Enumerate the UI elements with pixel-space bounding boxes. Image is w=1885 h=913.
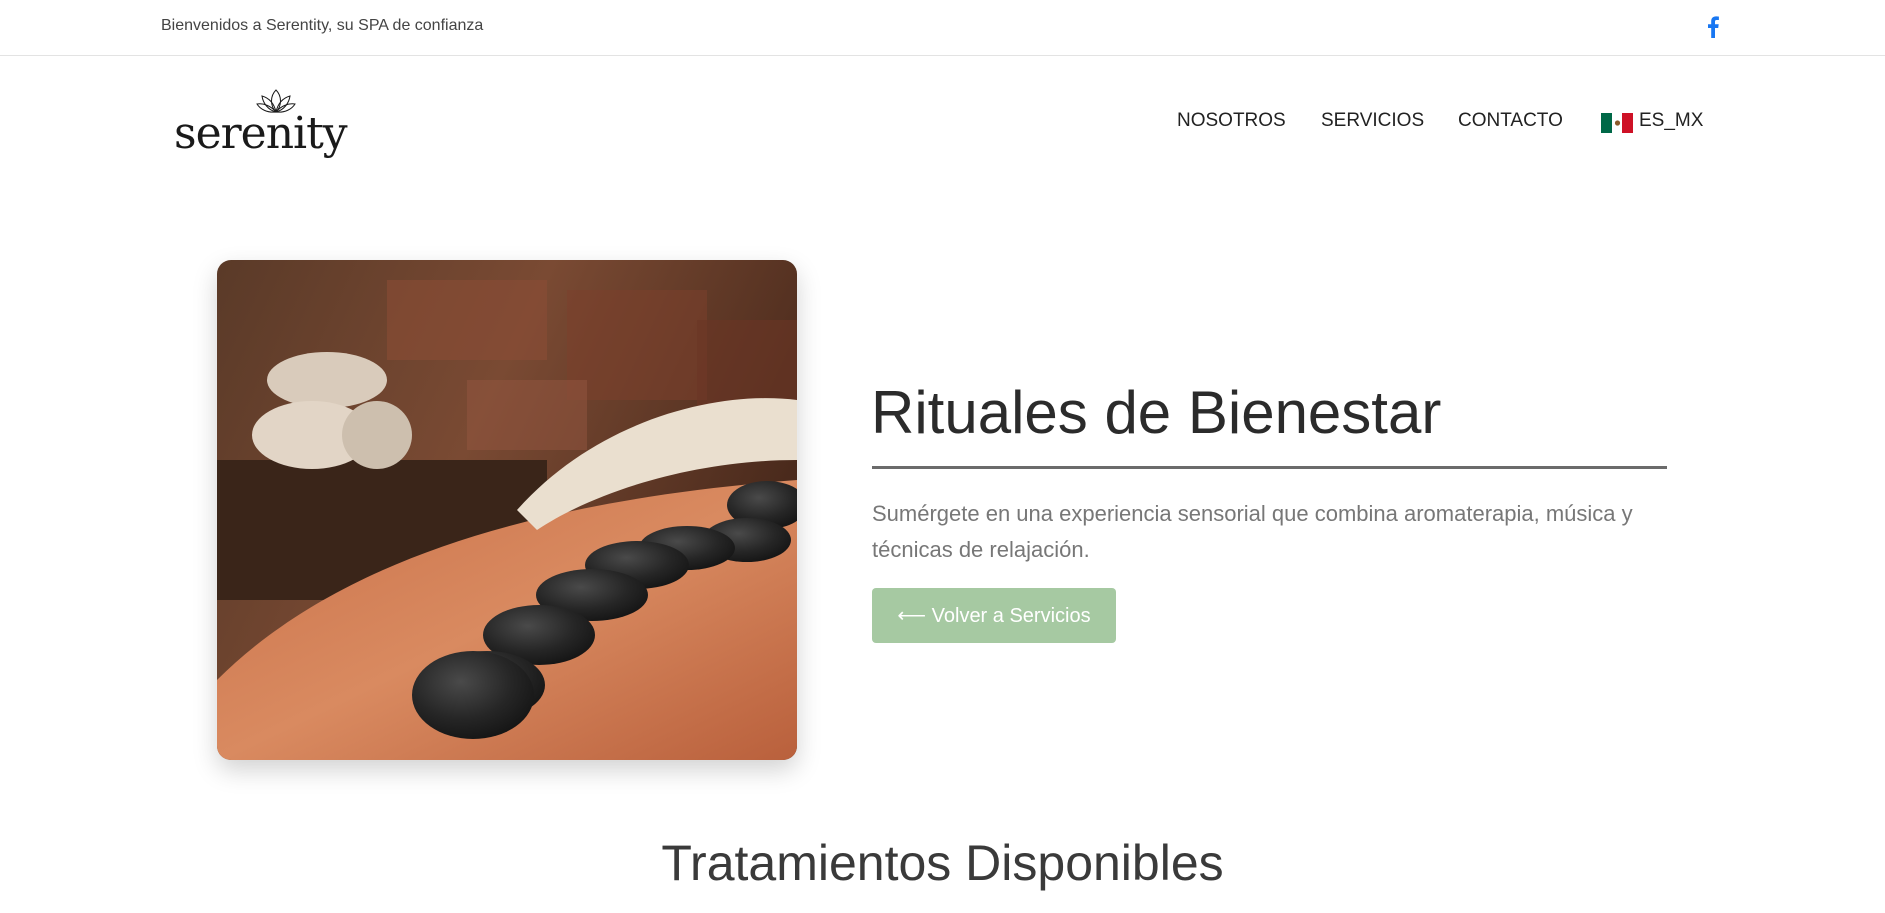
welcome-text: Bienvenidos a Serentity, su SPA de confi… bbox=[161, 17, 484, 34]
hero-description: Sumérgete en una experiencia sensorial q… bbox=[872, 501, 1633, 562]
nav-item-contacto[interactable]: CONTACTO bbox=[1458, 110, 1563, 132]
title-divider bbox=[872, 466, 1667, 469]
top-bar: Bienvenidos a Serentity, su SPA de confi… bbox=[0, 0, 1885, 56]
facebook-icon[interactable] bbox=[1706, 16, 1720, 38]
language-selector[interactable]: ES_MX bbox=[1639, 110, 1703, 132]
nav-item-nosotros[interactable]: NOSOTROS bbox=[1177, 110, 1286, 132]
hot-stone-massage-photo bbox=[217, 260, 797, 760]
back-to-services-button[interactable]: ⟵ Volver a Servicios bbox=[872, 588, 1116, 643]
section-title: Tratamientos Disponibles bbox=[661, 835, 1224, 891]
nav-item-servicios[interactable]: SERVICIOS bbox=[1321, 110, 1424, 132]
hero-title: Rituales de Bienestar bbox=[871, 379, 1442, 446]
mexico-flag-icon[interactable] bbox=[1601, 113, 1634, 133]
